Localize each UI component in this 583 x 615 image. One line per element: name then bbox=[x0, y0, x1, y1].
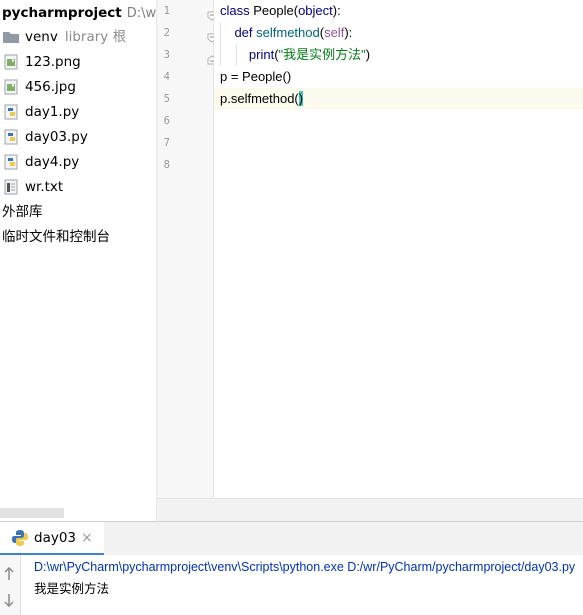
code-editor[interactable]: class People(object): def selfmethod(sel… bbox=[214, 0, 583, 498]
text-file-icon bbox=[2, 179, 20, 195]
run-tab-day03[interactable]: day03 × bbox=[0, 522, 104, 555]
python-file-icon bbox=[2, 104, 20, 120]
tree-item-label: 456.jpg bbox=[25, 79, 76, 95]
project-path: D:\wr\ bbox=[126, 6, 157, 21]
line-number: 3 bbox=[163, 49, 170, 61]
line-number: 5 bbox=[163, 93, 170, 105]
line-number: 1 bbox=[163, 5, 170, 17]
image-file-icon bbox=[2, 54, 20, 70]
tree-item-label: day1.py bbox=[25, 104, 80, 120]
tree-item-scratches[interactable]: 临时文件和控制台 bbox=[2, 227, 110, 247]
console-command-line: D:\wr\PyCharm\pycharmproject\venv\Script… bbox=[34, 560, 576, 574]
self-param: self bbox=[324, 25, 345, 40]
editor-gutter: 1 2 3 4 5 6 7 8 bbox=[157, 0, 217, 498]
code-line-5: p.selfmethod() bbox=[220, 88, 304, 110]
keyword-class: class bbox=[220, 3, 254, 18]
project-tree-panel: pycharmproject D:\wr\ venv library 根 123.p… bbox=[0, 0, 157, 521]
call-expression: p.selfmethod( bbox=[220, 91, 299, 106]
folder-icon bbox=[2, 29, 20, 45]
close-icon[interactable]: × bbox=[81, 529, 93, 547]
tree-item-external-libraries[interactable]: 外部库 bbox=[2, 202, 43, 222]
class-name: People bbox=[253, 3, 294, 18]
line-number: 8 bbox=[163, 159, 170, 171]
python-file-icon bbox=[2, 129, 20, 145]
project-name: pycharmproject bbox=[2, 5, 122, 21]
tree-item-label: venv bbox=[25, 29, 58, 45]
code-line-3: print("我是实例方法") bbox=[220, 44, 370, 66]
string-literal: "我是实例方法" bbox=[278, 47, 366, 62]
line-number: 7 bbox=[163, 137, 170, 149]
run-side-toolbar bbox=[0, 555, 21, 615]
arrow-down-icon[interactable] bbox=[3, 593, 15, 608]
image-file-icon bbox=[2, 79, 20, 95]
code-line-4: p = People() bbox=[220, 69, 292, 84]
line-number: 4 bbox=[163, 71, 170, 83]
run-tool-window-tabs: day03 × bbox=[0, 521, 583, 556]
keyword-def: def bbox=[234, 25, 257, 40]
paren: ): bbox=[332, 3, 341, 18]
tree-item-label: day4.py bbox=[25, 154, 80, 170]
line-number: 2 bbox=[163, 27, 170, 39]
project-root-item[interactable]: pycharmproject D:\wr\ bbox=[2, 4, 157, 22]
code-line-2: def selfmethod(self): bbox=[220, 22, 352, 44]
pycharm-window: pycharmproject D:\wr\ venv library 根 123.p… bbox=[0, 0, 583, 615]
editor-horizontal-scrollbar[interactable] bbox=[157, 498, 583, 522]
tree-item-label: wr.txt bbox=[25, 179, 64, 195]
paren: ) bbox=[365, 47, 371, 62]
base-class: object bbox=[298, 3, 333, 18]
tree-item-label: day03.py bbox=[25, 129, 88, 145]
python-file-icon bbox=[2, 154, 20, 170]
tree-item-suffix: library 根 bbox=[64, 29, 127, 45]
tree-item-label: 123.png bbox=[25, 54, 81, 70]
arrow-up-icon[interactable] bbox=[3, 566, 15, 581]
line-number: 6 bbox=[163, 115, 170, 127]
python-run-icon bbox=[11, 529, 29, 547]
console-output-line: 我是实例方法 bbox=[34, 582, 110, 596]
run-console-output[interactable]: D:\wr\PyCharm\pycharmproject\venv\Script… bbox=[21, 555, 583, 615]
paren: ): bbox=[344, 25, 353, 40]
matched-brace: ) bbox=[298, 91, 304, 106]
sidebar-horizontal-scrollbar[interactable] bbox=[0, 508, 64, 518]
method-name: selfmethod bbox=[256, 25, 320, 40]
builtin-print: print bbox=[248, 47, 275, 62]
run-tab-label: day03 bbox=[34, 530, 77, 546]
code-line-1: class People(object): bbox=[220, 0, 341, 22]
